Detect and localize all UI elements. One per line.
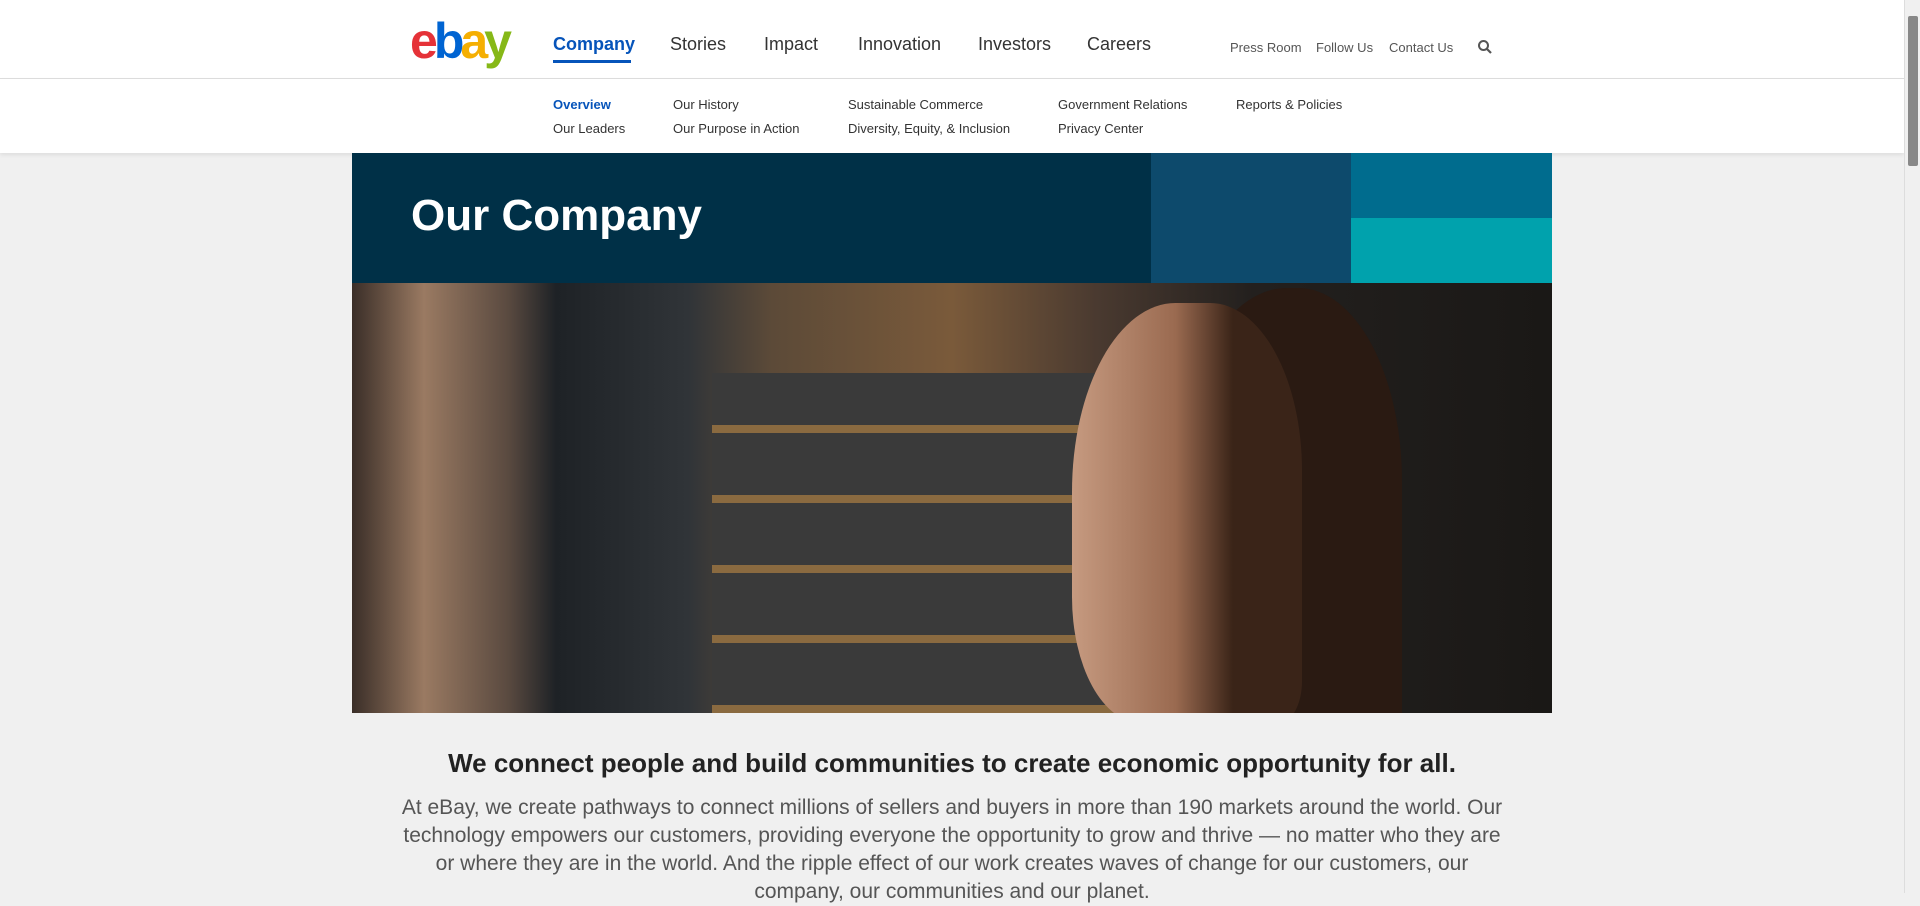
subnav-our-purpose[interactable]: Our Purpose in Action bbox=[673, 121, 799, 136]
active-nav-underline bbox=[553, 60, 631, 63]
subnav-dei[interactable]: Diversity, Equity, & Inclusion bbox=[848, 121, 1010, 136]
sub-navigation: Overview Our History Sustainable Commerc… bbox=[0, 79, 1904, 153]
subnav-reports-policies[interactable]: Reports & Policies bbox=[1236, 97, 1342, 112]
hero-banner: Our Company bbox=[352, 153, 1552, 283]
subnav-government-relations[interactable]: Government Relations bbox=[1058, 97, 1187, 112]
follow-us-link[interactable]: Follow Us bbox=[1316, 40, 1373, 55]
nav-impact[interactable]: Impact bbox=[764, 34, 818, 55]
nav-careers[interactable]: Careers bbox=[1087, 34, 1151, 55]
contact-us-link[interactable]: Contact Us bbox=[1389, 40, 1453, 55]
search-icon[interactable] bbox=[1477, 39, 1493, 55]
bookshelf bbox=[712, 373, 1132, 713]
nav-innovation[interactable]: Innovation bbox=[858, 34, 941, 55]
subnav-our-leaders[interactable]: Our Leaders bbox=[553, 121, 625, 136]
site-header: ebay Company Stories Impact Innovation I… bbox=[0, 0, 1904, 79]
scrollbar-thumb[interactable] bbox=[1908, 16, 1918, 166]
decor-block bbox=[1351, 218, 1552, 283]
decor-block bbox=[1351, 153, 1552, 218]
scrollbar[interactable] bbox=[1904, 0, 1920, 893]
photo-person-face bbox=[1072, 303, 1302, 713]
hero-photo bbox=[352, 283, 1552, 713]
subnav-overview[interactable]: Overview bbox=[553, 97, 611, 112]
subnav-privacy-center[interactable]: Privacy Center bbox=[1058, 121, 1143, 136]
nav-company[interactable]: Company bbox=[553, 34, 635, 55]
decor-block bbox=[1151, 153, 1351, 283]
nav-investors[interactable]: Investors bbox=[978, 34, 1051, 55]
press-room-link[interactable]: Press Room bbox=[1230, 40, 1302, 55]
nav-stories[interactable]: Stories bbox=[670, 34, 726, 55]
ebay-logo[interactable]: ebay bbox=[410, 12, 512, 70]
subnav-our-history[interactable]: Our History bbox=[673, 97, 739, 112]
page-title: Our Company bbox=[411, 191, 702, 240]
mission-headline: We connect people and build communities … bbox=[448, 748, 1456, 778]
subnav-sustainable-commerce[interactable]: Sustainable Commerce bbox=[848, 97, 983, 112]
intro-paragraph: At eBay, we create pathways to connect m… bbox=[401, 796, 1503, 903]
